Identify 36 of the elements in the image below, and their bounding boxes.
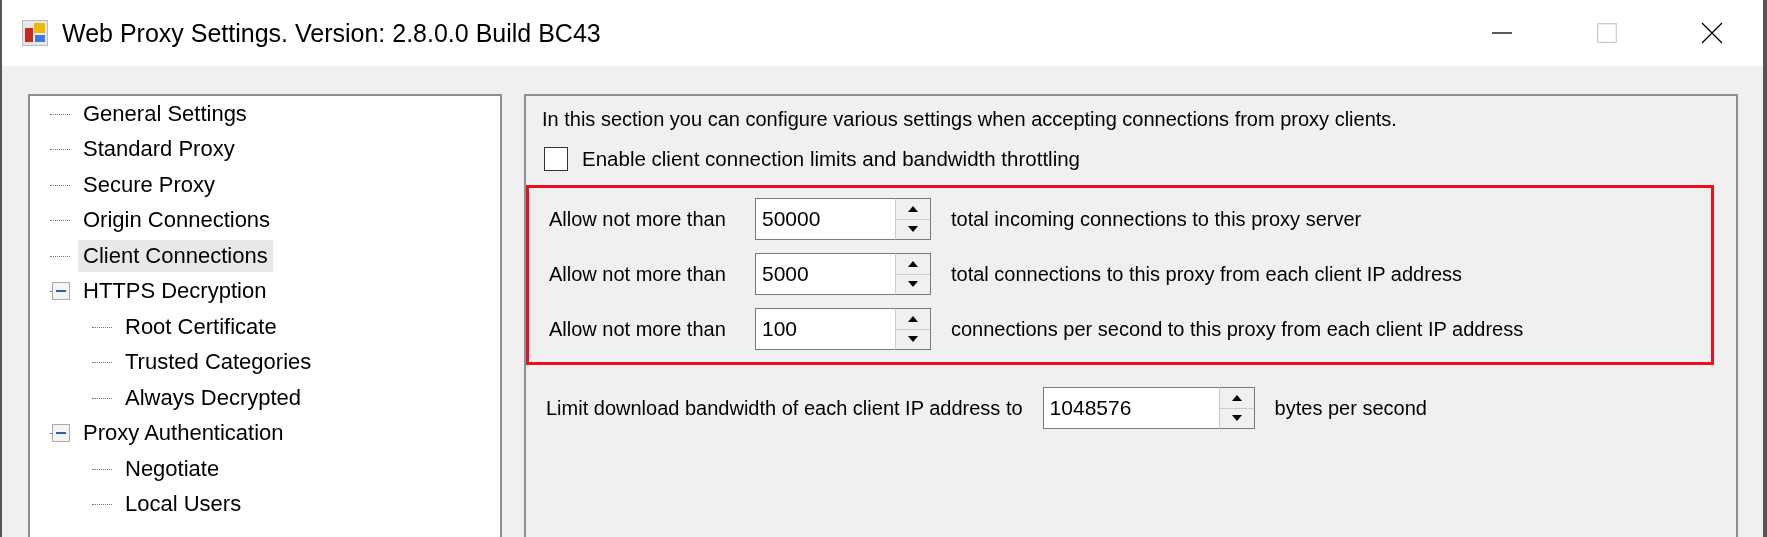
collapse-icon[interactable] [52,424,70,443]
number-field[interactable]: 1048576 [1042,387,1219,429]
spin-buttons[interactable] [895,198,931,240]
spin-buttons[interactable] [895,253,931,295]
tree-item[interactable]: Origin Connections [78,204,276,237]
limit-description: total connections to this proxy from each client IP address [951,262,1462,286]
window-title: Web Proxy Settings. Version: 2.8.0.0 Build BC43 [62,18,601,48]
number-field[interactable]: 100 [755,308,895,350]
checkbox-label: Enable client connection limits and bandwidth throttling [582,147,1080,171]
limit-description: connections per second to this proxy from each client IP address [951,317,1524,341]
tree-item[interactable]: HTTPS Decryption [78,275,272,308]
collapse-icon[interactable] [52,282,70,301]
spin-buttons[interactable] [1218,387,1255,429]
limit-label: Allow not more than [549,262,727,286]
bandwidth-label: Limit download bandwidth of each client IP address to [546,396,1023,420]
number-field[interactable]: 5000 [755,253,895,295]
tree-item[interactable]: Secure Proxy [78,168,221,201]
spin-buttons[interactable] [895,308,931,350]
app-icon [22,20,48,46]
tree-item[interactable]: Root Certificate [120,310,282,343]
tree-item[interactable]: General Settings [78,97,252,130]
number-field[interactable]: 50000 [755,198,895,240]
tree-item[interactable]: Standard Proxy [78,133,240,166]
limit-label: Allow not more than [549,207,727,231]
tree-item[interactable]: Proxy Authentication [78,417,289,450]
limit-description: total incoming connections to this proxy server [951,207,1362,231]
section-description: In this section you can configure various settings when accepting connections from proxy clients. [542,108,1398,131]
limit-label: Allow not more than [549,317,727,341]
tree-item[interactable]: Local Users [120,488,247,521]
bandwidth-unit: bytes per second [1274,396,1427,420]
tree-item[interactable]: Negotiate [120,452,225,485]
tree-item[interactable]: Client Connections [78,239,273,272]
checkbox[interactable] [544,147,568,171]
tree-item[interactable]: Always Decrypted [120,381,307,414]
close-icon[interactable] [1701,22,1723,44]
tree-item[interactable]: Trusted Categories [120,346,317,379]
